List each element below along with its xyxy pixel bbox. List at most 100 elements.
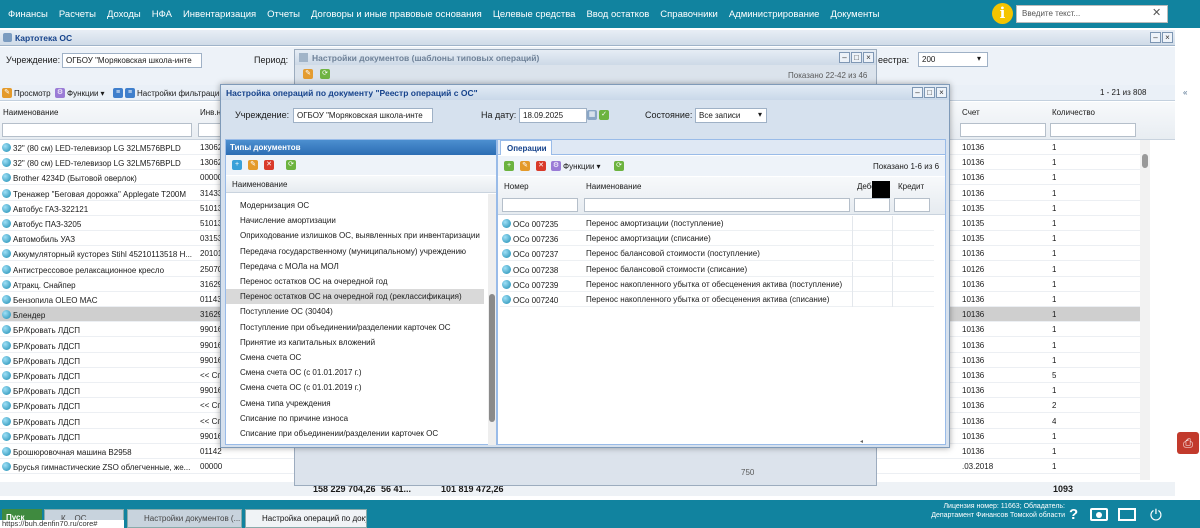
- doc-type-item[interactable]: Поступление при объединении/разделении к…: [226, 320, 484, 335]
- menu-item[interactable]: Администрирование: [729, 9, 820, 20]
- calendar-icon[interactable]: ▦: [587, 110, 597, 120]
- filter-account-input[interactable]: [960, 123, 1046, 137]
- doc-type-item[interactable]: Начисление амортизации: [226, 213, 484, 228]
- scroll-arrow-icon[interactable]: ◂: [860, 438, 868, 445]
- edit-icon[interactable]: ✎: [520, 161, 530, 171]
- task-item[interactable]: Настройки документов (...: [127, 509, 242, 528]
- dialog1-minimize-button[interactable]: –: [839, 52, 850, 63]
- row-account: 10136: [962, 401, 985, 411]
- add-icon[interactable]: +: [504, 161, 514, 171]
- filter-icon: ≡: [125, 88, 135, 98]
- info-icon[interactable]: i: [992, 3, 1013, 24]
- menu-item[interactable]: Ввод остатков: [586, 9, 649, 20]
- filter-qty-input[interactable]: [1050, 123, 1136, 137]
- refresh-icon[interactable]: ⟳: [614, 161, 624, 171]
- doc-type-item[interactable]: Смена счета ОС: [226, 350, 484, 365]
- search-input[interactable]: Введите текст...: [1016, 5, 1168, 23]
- edit-icon[interactable]: ✎: [303, 69, 313, 79]
- dialog2-close-button[interactable]: ×: [936, 87, 947, 98]
- filter-credit-input[interactable]: [894, 198, 930, 212]
- delete-icon[interactable]: ✕: [264, 160, 274, 170]
- doc-type-item[interactable]: Передача с МОЛа на МОЛ: [226, 259, 484, 274]
- menu-item[interactable]: Финансы: [8, 9, 48, 20]
- owner-text: Департамент Финансов Томской области: [931, 512, 1065, 519]
- functions-button[interactable]: ⚙ Функции ▾: [55, 88, 105, 98]
- filter-number-input[interactable]: [502, 198, 578, 212]
- menu-item[interactable]: Отчеты: [267, 9, 300, 20]
- view-button[interactable]: ✎ Просмотр: [2, 88, 51, 98]
- menu-item[interactable]: НФА: [152, 9, 172, 20]
- menu-item[interactable]: Справочники: [660, 9, 718, 20]
- operation-row[interactable]: ОСо 007235 Перенос амортизации (поступлен…: [500, 216, 934, 231]
- filter-settings-button[interactable]: ≡ ≡ Настройки фильтраци: [113, 88, 219, 98]
- col-op-name[interactable]: Наименование: [586, 182, 641, 191]
- left-scrollbar[interactable]: [488, 194, 496, 445]
- col-name[interactable]: Наименование: [3, 108, 58, 117]
- doc-type-item[interactable]: Оприходование излишков ОС, выявленных пр…: [226, 228, 484, 243]
- filter-name-input[interactable]: [2, 123, 192, 137]
- operation-row[interactable]: ОСо 007240 Перенос накопленного убытка от…: [500, 292, 934, 307]
- menu-item[interactable]: Доходы: [107, 9, 141, 20]
- dialog2-maximize-button[interactable]: □: [924, 87, 935, 98]
- operation-row[interactable]: ОСо 007236 Перенос амортизации (списание): [500, 231, 934, 247]
- doc-type-item[interactable]: Смена счета ОС (с 01.01.2019 г.): [226, 380, 484, 395]
- delete-icon[interactable]: ✕: [536, 161, 546, 171]
- close-button[interactable]: ×: [1162, 32, 1173, 43]
- help-icon[interactable]: ?: [1069, 506, 1078, 523]
- doc-type-item[interactable]: Смена счета ОС (с 01.01.2017 г.): [226, 365, 484, 380]
- date-apply-icon[interactable]: ✓: [599, 110, 609, 120]
- edit-icon[interactable]: ✎: [248, 160, 258, 170]
- dialog2-functions-button[interactable]: ⚙ Функции ▾: [551, 161, 601, 171]
- dialog2-minimize-button[interactable]: –: [912, 87, 923, 98]
- dialog2-institution-field[interactable]: ОГБОУ "Моряковская школа-инте: [293, 108, 433, 123]
- doc-type-item[interactable]: Перенос остатков ОС на очередной год (ре…: [226, 289, 484, 305]
- operation-row[interactable]: ОСо 007237 Перенос балансовой стоимости (…: [500, 246, 934, 262]
- doc-type-item[interactable]: Передача государственному (муниципальном…: [226, 244, 484, 259]
- left-col-name[interactable]: Наименование: [232, 180, 287, 189]
- doc-type-item[interactable]: Списание по причине износа: [226, 411, 484, 426]
- menu-item[interactable]: Документы: [830, 9, 879, 20]
- mail-icon[interactable]: [1118, 508, 1136, 521]
- chevron-down-icon[interactable]: ▾: [758, 110, 762, 119]
- minimize-button[interactable]: –: [1150, 32, 1161, 43]
- operation-row[interactable]: ОСо 007239 Перенос накопленного убытка от…: [500, 276, 934, 292]
- col-qty[interactable]: Количество: [1052, 108, 1095, 117]
- filter-debit-input[interactable]: [854, 198, 890, 212]
- date-field[interactable]: 18.09.2025: [519, 108, 587, 123]
- col-credit[interactable]: Кредит: [898, 182, 924, 191]
- dialog1-maximize-button[interactable]: □: [851, 52, 862, 63]
- add-icon[interactable]: +: [232, 160, 242, 170]
- menu-item[interactable]: Расчеты: [59, 9, 96, 20]
- pdf-icon[interactable]: ⎙: [1177, 432, 1199, 454]
- camera-icon[interactable]: [1090, 508, 1108, 521]
- right-toolbar: + ✎ ✕ ⚙ Функции ▾ ⟳ Показано 1-6 из 6: [498, 156, 945, 176]
- doc-type-item[interactable]: Списание при объединении/разделении карт…: [226, 426, 484, 441]
- col-account[interactable]: Счет: [962, 108, 980, 117]
- doc-type-item[interactable]: Смена типа учреждения: [226, 396, 484, 411]
- col-inv[interactable]: Инв.н: [200, 108, 221, 117]
- task-item-active[interactable]: Настройка операций по доку...: [245, 509, 367, 528]
- dialog1-close-button[interactable]: ×: [863, 52, 874, 63]
- doc-type-item[interactable]: Принятие из капитальных вложений: [226, 335, 484, 350]
- clear-search-icon[interactable]: ✕: [1152, 8, 1164, 20]
- operation-row[interactable]: ОСо 007238 Перенос балансовой стоимости (…: [500, 261, 934, 277]
- filter-op-name-input[interactable]: [584, 198, 850, 212]
- doc-type-item[interactable]: Поступление ОС (30404): [226, 304, 484, 319]
- tab-operations[interactable]: Операции: [500, 140, 552, 155]
- refresh-icon[interactable]: ⟳: [286, 160, 296, 170]
- menu-item[interactable]: Договоры и иные правовые основания: [311, 9, 482, 20]
- collapse-icon[interactable]: «: [1183, 88, 1187, 97]
- doc-type-item[interactable]: Модернизация ОС: [226, 198, 484, 213]
- col-number[interactable]: Номер: [504, 182, 529, 191]
- doc-type-item[interactable]: Перенос остатков ОС на очередной год: [226, 274, 484, 289]
- institution-field[interactable]: ОГБОУ "Моряковская школа-инте: [62, 53, 202, 68]
- chevron-down-icon[interactable]: ▾: [977, 54, 981, 63]
- state-select[interactable]: Все записи: [695, 108, 767, 123]
- main-scrollbar[interactable]: [1140, 140, 1150, 480]
- menu-item[interactable]: Целевые средства: [493, 9, 576, 20]
- dialog1-number: 750: [741, 468, 755, 477]
- menu-item[interactable]: Инвентаризация: [183, 9, 256, 20]
- power-icon[interactable]: ⏻: [1150, 507, 1162, 524]
- filter-inv-input[interactable]: [198, 123, 222, 137]
- refresh-icon[interactable]: ⟳: [320, 69, 330, 79]
